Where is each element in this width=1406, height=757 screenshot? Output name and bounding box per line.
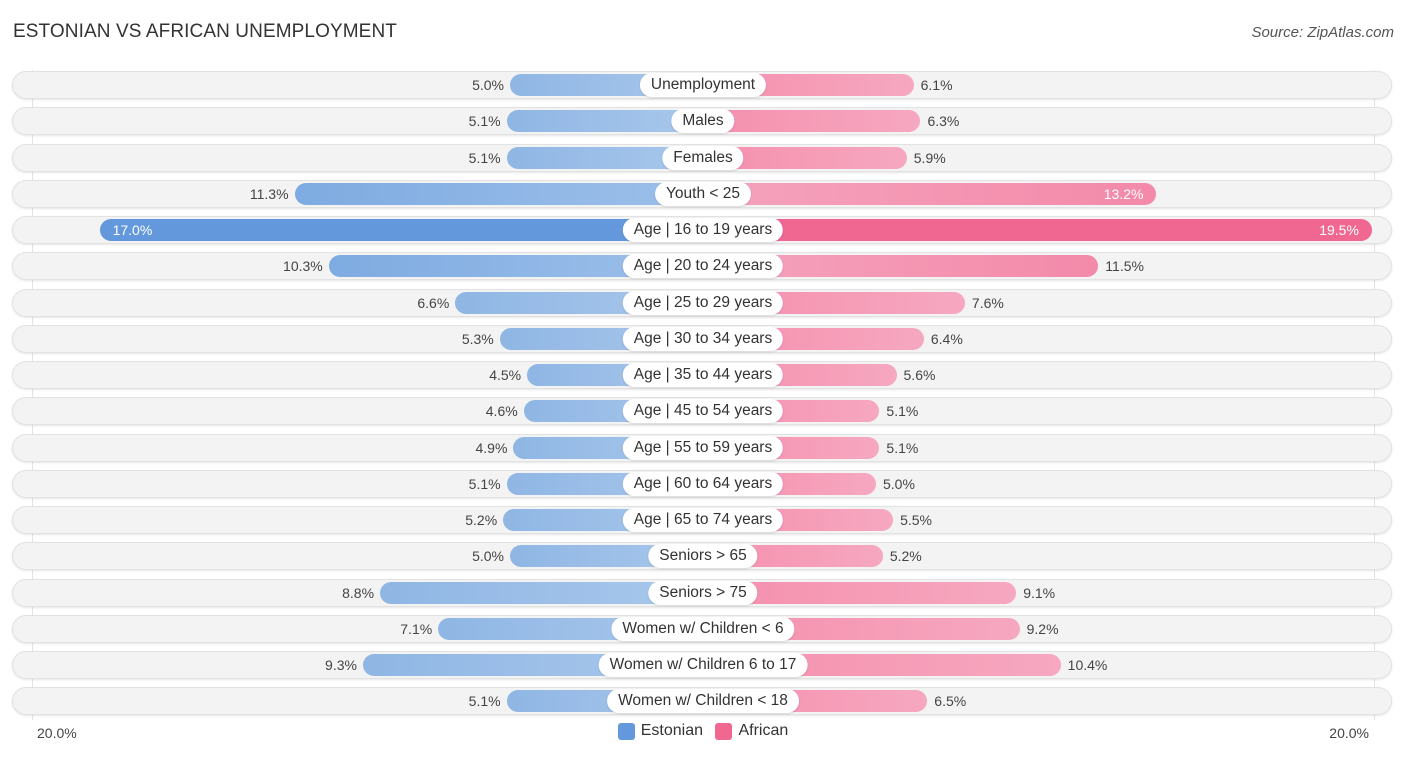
legend-label-estonian: Estonian <box>640 722 703 739</box>
value-label-african: 5.2% <box>889 548 922 565</box>
bar-estonian[interactable] <box>294 182 703 205</box>
value-label-african: 13.2% <box>1103 185 1144 202</box>
value-label-african: 10.4% <box>1067 657 1108 673</box>
value-label-estonian: 5.0% <box>472 77 504 93</box>
category-label: Age | 65 to 74 years <box>622 508 784 532</box>
category-label: Youth < 25 <box>655 181 751 206</box>
category-label: Age | 30 to 34 years <box>622 326 784 351</box>
value-label-african: 9.1% <box>1023 584 1056 601</box>
legend-item-estonian[interactable]: Estonian <box>617 722 703 740</box>
value-label-african: 11.5% <box>1105 258 1144 275</box>
value-label-african: 5.1% <box>886 403 919 420</box>
category-label: Females <box>662 145 744 170</box>
category-label: Women w/ Children 6 to 17 <box>598 653 808 677</box>
value-label-estonian: 5.1% <box>468 149 501 166</box>
value-label-african: 5.0% <box>883 475 915 492</box>
category-label: Age | 35 to 44 years <box>622 363 784 387</box>
value-label-estonian: 5.1% <box>468 693 501 710</box>
value-label-african: 5.6% <box>903 367 936 383</box>
value-label-african: 5.9% <box>913 149 946 166</box>
value-label-estonian: 4.5% <box>489 367 522 383</box>
value-label-african: 5.1% <box>886 439 919 456</box>
value-label-estonian: 6.6% <box>417 294 450 311</box>
value-label-african: 6.5% <box>934 693 967 710</box>
value-label-african: 9.2% <box>1026 620 1059 637</box>
value-label-african: 5.5% <box>900 512 933 528</box>
value-label-african: 19.5% <box>1319 222 1359 238</box>
legend-swatch-estonian <box>617 722 635 740</box>
value-label-estonian: 5.1% <box>468 113 501 130</box>
value-label-estonian: 4.6% <box>485 403 518 420</box>
value-label-estonian: 17.0% <box>112 222 153 238</box>
category-label: Age | 45 to 54 years <box>622 399 784 424</box>
bar-estonian[interactable] <box>99 219 703 241</box>
category-label: Age | 20 to 24 years <box>622 254 784 279</box>
category-label: Seniors > 65 <box>648 544 758 569</box>
chart-plot-area: 5.0% 6.1% Unemployment 5.1% 6.3% Males 5.1% 5.9… <box>0 0 1406 757</box>
category-label: Women w/ Children < 6 <box>611 616 795 641</box>
value-label-estonian: 11.3% <box>249 185 289 202</box>
value-label-african: 7.6% <box>971 294 1004 311</box>
category-label: Age | 16 to 19 years <box>622 218 784 242</box>
category-label: Age | 25 to 29 years <box>622 290 784 315</box>
value-label-african: 6.4% <box>930 330 963 347</box>
legend-swatch-african <box>715 722 733 740</box>
value-label-estonian: 5.0% <box>472 548 504 565</box>
value-label-estonian: 7.1% <box>400 620 433 637</box>
value-label-estonian: 5.3% <box>461 330 494 347</box>
bar-african[interactable] <box>703 110 921 133</box>
bar-african[interactable] <box>703 219 1372 241</box>
category-label: Age | 60 to 64 years <box>622 471 784 496</box>
value-label-estonian: 8.8% <box>342 584 375 601</box>
category-label: Seniors > 75 <box>648 580 758 605</box>
legend-item-african[interactable]: African <box>715 722 788 740</box>
category-label: Unemployment <box>639 73 767 97</box>
legend-label-african: African <box>738 722 789 739</box>
value-label-estonian: 5.1% <box>468 475 501 492</box>
value-label-estonian: 4.9% <box>475 439 508 456</box>
value-label-estonian: 5.2% <box>465 512 498 528</box>
category-label: Males <box>671 109 735 134</box>
bar-african[interactable] <box>703 182 1157 205</box>
value-label-african: 6.1% <box>920 77 953 93</box>
category-label: Women w/ Children < 18 <box>607 689 799 714</box>
value-label-estonian: 10.3% <box>283 258 323 275</box>
value-label-estonian: 9.3% <box>325 657 357 673</box>
legend: Estonian African <box>0 722 1406 745</box>
category-label: Age | 55 to 59 years <box>622 435 784 460</box>
value-label-african: 6.3% <box>927 113 960 130</box>
